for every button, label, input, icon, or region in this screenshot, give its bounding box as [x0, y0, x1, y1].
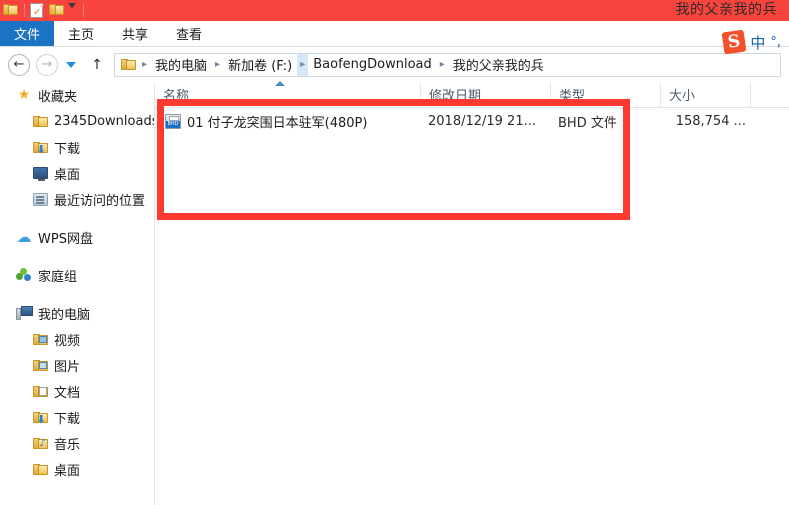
- sidebar-group-wps-cloud[interactable]: ☁ WPS网盘: [0, 224, 154, 250]
- table-row[interactable]: BHD 01 付子龙突围日本驻军(480P) 2018/12/19 21... …: [155, 108, 789, 134]
- sidebar-item-recent-places[interactable]: 最近访问的位置: [0, 186, 154, 212]
- up-button[interactable]: ↑: [86, 54, 108, 76]
- column-header-size-label: 大小: [669, 89, 696, 104]
- navigation-pane[interactable]: ★ 收藏夹 2345Downloads ⬇ 下载 桌面 最近访问的位置 ☁ WP…: [0, 82, 155, 505]
- tab-view[interactable]: 查看: [162, 21, 216, 46]
- bhd-file-icon: BHD: [165, 113, 181, 129]
- sogou-ime-indicator[interactable]: S 中 °,: [721, 29, 781, 55]
- file-name-cell[interactable]: BHD 01 付子龙突围日本驻军(480P): [165, 112, 428, 131]
- breadcrumb-folder-icon: [121, 58, 136, 71]
- sidebar-group-label: 我的电脑: [38, 307, 91, 323]
- music-folder-icon: ♪: [30, 437, 50, 450]
- ime-punctuation-icon[interactable]: °,: [770, 35, 781, 50]
- sidebar-item-desktop[interactable]: 桌面: [0, 160, 154, 186]
- file-name-label: 01 付子龙突围日本驻军(480P): [187, 115, 368, 131]
- breadcrumb[interactable]: ▸ 我的电脑 ▸ 新加卷 (F:) ▸ BaofengDownload ▸ 我的…: [114, 52, 781, 77]
- sidebar-item-downloads-2[interactable]: ⬇ 下载: [0, 404, 154, 430]
- sidebar-item-label: 桌面: [54, 463, 81, 479]
- downloads-folder-icon: ⬇: [30, 141, 50, 155]
- sogou-logo-icon[interactable]: S: [721, 29, 747, 55]
- breadcrumb-item-1[interactable]: 新加卷 (F:): [223, 55, 297, 74]
- sidebar-item-label: 桌面: [54, 167, 81, 183]
- breadcrumb-item-0[interactable]: 我的电脑: [150, 55, 212, 74]
- tab-home[interactable]: 主页: [54, 21, 108, 46]
- documents-folder-icon: [30, 385, 50, 398]
- file-list-pane[interactable]: 名称 修改日期 类型 大小 BHD 01 付子龙突围日本驻军(480P) 201…: [155, 81, 789, 505]
- star-icon: ★: [17, 87, 31, 103]
- folder-icon[interactable]: [3, 3, 19, 19]
- new-folder-icon[interactable]: [49, 3, 65, 19]
- file-date-cell: 2018/12/19 21...: [428, 113, 536, 129]
- sidebar-item-label: 文档: [54, 385, 81, 401]
- desktop-folder-icon: [30, 463, 50, 476]
- column-header-type[interactable]: 类型: [550, 82, 660, 107]
- breadcrumb-item-3[interactable]: 我的父亲我的兵: [448, 55, 549, 74]
- tab-file[interactable]: 文件: [0, 21, 55, 46]
- breadcrumb-separator-1[interactable]: ▸: [212, 59, 223, 70]
- homegroup-icon: [14, 268, 34, 282]
- toolbar-divider-2: [83, 4, 84, 17]
- breadcrumb-separator-0[interactable]: ▸: [139, 59, 150, 70]
- file-explorer-window: 我的父亲我的兵 文件 主页 共享 查看 ← → ↑ ▸ 我的电脑 ▸ 新加卷 (…: [0, 0, 789, 505]
- sidebar-item-music[interactable]: ♪ 音乐: [0, 430, 154, 456]
- sort-ascending-icon: [275, 81, 285, 86]
- sidebar-group-label: 家庭组: [38, 269, 78, 285]
- sidebar-item-videos[interactable]: 视频: [0, 326, 154, 352]
- sidebar-item-desktop-2[interactable]: 桌面: [0, 456, 154, 482]
- file-type-cell: BHD 文件: [558, 115, 617, 131]
- column-header-type-label: 类型: [559, 89, 586, 104]
- sidebar-item-label: 图片: [54, 359, 81, 375]
- recent-places-icon: [30, 192, 50, 206]
- sidebar-item-label: 下载: [54, 411, 81, 427]
- sidebar-item-label: 最近访问的位置: [54, 193, 146, 209]
- sidebar-item-downloads[interactable]: ⬇ 下载: [0, 134, 154, 160]
- address-bar: ← → ↑ ▸ 我的电脑 ▸ 新加卷 (F:) ▸ BaofengDownloa…: [0, 47, 789, 82]
- breadcrumb-item-2[interactable]: BaofengDownload: [308, 57, 437, 72]
- column-header-name-label: 名称: [163, 89, 190, 104]
- title-bar: 我的父亲我的兵: [0, 0, 789, 21]
- column-header-row: 名称 修改日期 类型 大小: [155, 81, 789, 108]
- folder-icon: [30, 115, 50, 128]
- sidebar-item-label: 2345Downloads: [54, 113, 155, 129]
- sidebar-item-2345downloads[interactable]: 2345Downloads: [0, 108, 154, 134]
- sidebar-item-documents[interactable]: 文档: [0, 378, 154, 404]
- videos-folder-icon: [30, 333, 50, 346]
- column-header-date[interactable]: 修改日期: [420, 82, 550, 107]
- sidebar-group-label: WPS网盘: [38, 231, 93, 247]
- column-header-filler: [750, 82, 789, 107]
- column-header-date-label: 修改日期: [429, 89, 482, 104]
- sidebar-group-label: 收藏夹: [38, 89, 78, 105]
- cloud-icon: ☁: [16, 227, 32, 246]
- tab-share[interactable]: 共享: [108, 21, 162, 46]
- back-button[interactable]: ←: [8, 53, 30, 76]
- sidebar-group-my-computer[interactable]: 我的电脑: [0, 300, 154, 326]
- computer-icon: [14, 306, 34, 320]
- column-header-name[interactable]: 名称: [155, 81, 420, 107]
- quick-access-toolbar: [0, 2, 86, 19]
- sidebar-item-pictures[interactable]: 图片: [0, 352, 154, 378]
- sidebar-group-favorites[interactable]: ★ 收藏夹: [0, 82, 154, 108]
- ime-mode-label[interactable]: 中: [750, 32, 765, 53]
- ribbon-tab-bar: 文件 主页 共享 查看: [0, 21, 789, 47]
- toolbar-divider: [24, 4, 25, 17]
- window-title: 我的父亲我的兵: [675, 2, 777, 18]
- column-header-size[interactable]: 大小: [660, 82, 750, 107]
- file-size-cell: 158,754 ...: [675, 113, 746, 129]
- recent-locations-caret-icon[interactable]: [66, 61, 76, 68]
- downloads-folder-icon: ⬇: [30, 411, 50, 425]
- breadcrumb-separator-2[interactable]: ▸: [297, 53, 309, 76]
- properties-icon[interactable]: [30, 2, 46, 19]
- sidebar-item-label: 下载: [54, 141, 81, 157]
- sidebar-item-label: 视频: [54, 333, 81, 349]
- pictures-folder-icon: [30, 359, 50, 372]
- customize-qat-caret-icon[interactable]: [68, 2, 78, 19]
- sidebar-item-label: 音乐: [54, 437, 81, 453]
- forward-button[interactable]: →: [36, 53, 58, 76]
- breadcrumb-separator-3[interactable]: ▸: [437, 59, 448, 70]
- sidebar-group-homegroup[interactable]: 家庭组: [0, 262, 154, 288]
- desktop-icon: [30, 167, 50, 181]
